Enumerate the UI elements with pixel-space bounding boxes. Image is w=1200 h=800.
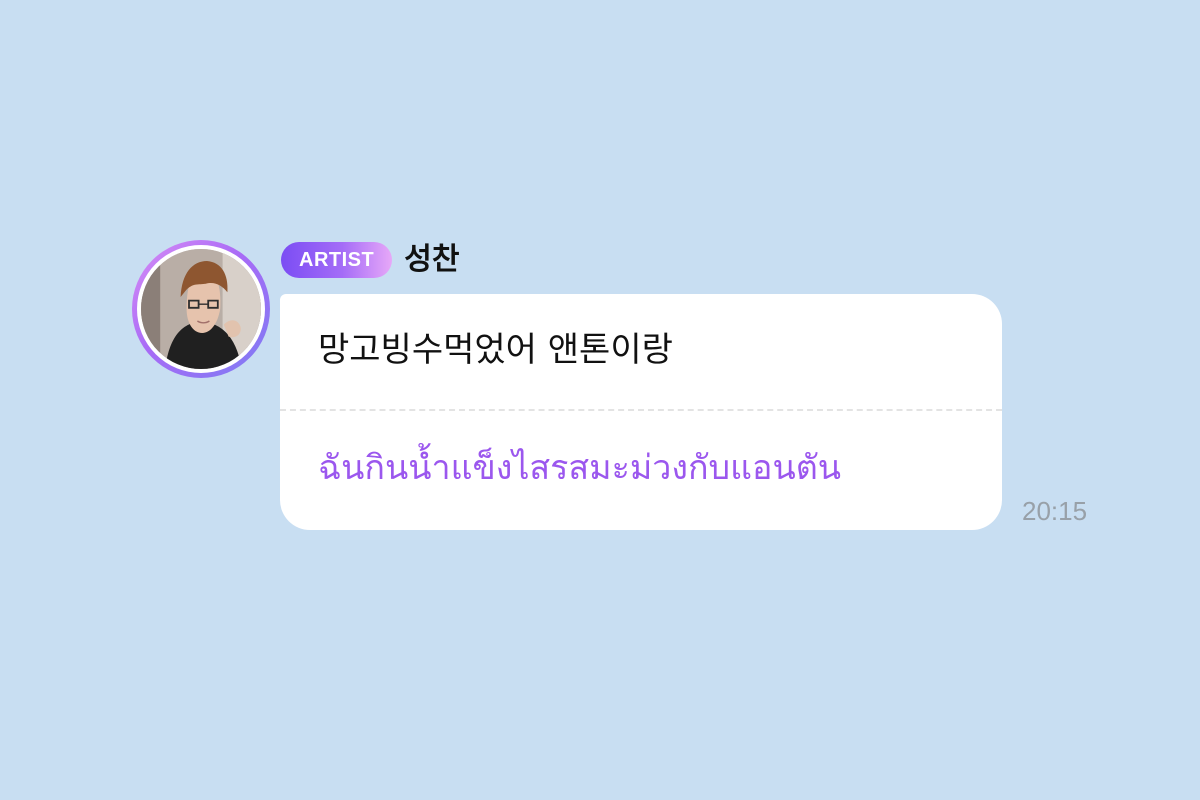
- message-header: ARTIST 성찬: [281, 241, 459, 279]
- avatar: [141, 249, 261, 369]
- avatar-frame: [137, 245, 265, 373]
- sender-name[interactable]: 성찬: [404, 245, 459, 275]
- translated-message-text: ฉันกินน้ำแข็งไสรสมะม่วงกับแอนตัน: [318, 448, 842, 488]
- original-message-text: 망고빙수먹었어 앤톤이랑: [318, 330, 673, 370]
- chat-message: ARTIST 성찬 망고빙수먹었어 앤톤이랑 ฉันกินน้ำแข็งไสรส…: [132, 238, 1112, 538]
- avatar-ring[interactable]: [132, 240, 270, 378]
- translation-divider: [280, 409, 1002, 411]
- profile-photo-icon: [141, 249, 261, 369]
- message-bubble[interactable]: 망고빙수먹었어 앤톤이랑 ฉันกินน้ำแข็งไสรสมะม่วงกับแ…: [280, 294, 1002, 530]
- message-time: 20:15: [1022, 496, 1088, 526]
- artist-badge: ARTIST: [281, 242, 393, 278]
